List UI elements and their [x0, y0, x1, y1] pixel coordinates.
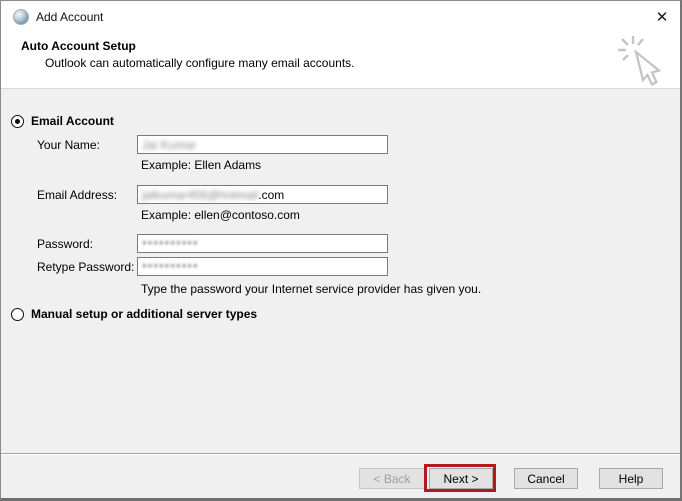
- email-account-label: Email Account: [31, 114, 114, 128]
- email-visible-suffix: .com: [258, 187, 285, 202]
- radio-checked-icon[interactable]: [11, 114, 24, 128]
- window-title: Add Account: [36, 10, 104, 24]
- email-address-input[interactable]: jaikumar456@hotmail .com: [137, 185, 388, 204]
- back-button[interactable]: < Back: [359, 468, 425, 489]
- wizard-step-subtitle: Outlook can automatically configure many…: [45, 56, 355, 70]
- header-zone: Add Account ✕ Auto Account Setup Outlook…: [1, 1, 680, 89]
- password-label: Password:: [37, 237, 94, 251]
- next-button[interactable]: Next >: [429, 468, 493, 489]
- footer-divider: [1, 453, 680, 455]
- close-icon: ✕: [655, 9, 669, 26]
- manual-setup-option[interactable]: Manual setup or additional server types: [11, 307, 257, 321]
- email-account-option[interactable]: Email Account: [11, 114, 114, 128]
- manual-setup-label: Manual setup or additional server types: [31, 307, 258, 321]
- cursor-click-icon: [618, 36, 662, 87]
- password-help-text: Type the password your Internet service …: [141, 282, 482, 296]
- wizard-step-title: Auto Account Setup: [21, 39, 136, 53]
- your-name-example: Example: Ellen Adams: [141, 158, 262, 172]
- retype-password-label: Retype Password:: [37, 260, 135, 274]
- cancel-button[interactable]: Cancel: [514, 468, 578, 489]
- redacted-email-value: jaikumar456@hotmail: [142, 187, 259, 202]
- your-name-label: Your Name:: [37, 138, 100, 152]
- help-button[interactable]: Help: [599, 468, 663, 489]
- email-address-label: Email Address:: [37, 188, 118, 202]
- retype-password-input[interactable]: **********: [137, 257, 388, 276]
- retype-password-mask: **********: [142, 261, 199, 275]
- redacted-name-value: Jai Kumar: [142, 137, 197, 152]
- password-input[interactable]: **********: [137, 234, 388, 253]
- globe-icon: [13, 9, 29, 25]
- your-name-input[interactable]: Jai Kumar: [137, 135, 388, 154]
- radio-unchecked-icon[interactable]: [11, 307, 24, 321]
- email-address-example: Example: ellen@contoso.com: [141, 208, 300, 222]
- close-button[interactable]: ✕: [650, 5, 674, 29]
- add-account-dialog: Add Account ✕ Auto Account Setup Outlook…: [0, 0, 682, 501]
- password-mask: **********: [142, 238, 199, 252]
